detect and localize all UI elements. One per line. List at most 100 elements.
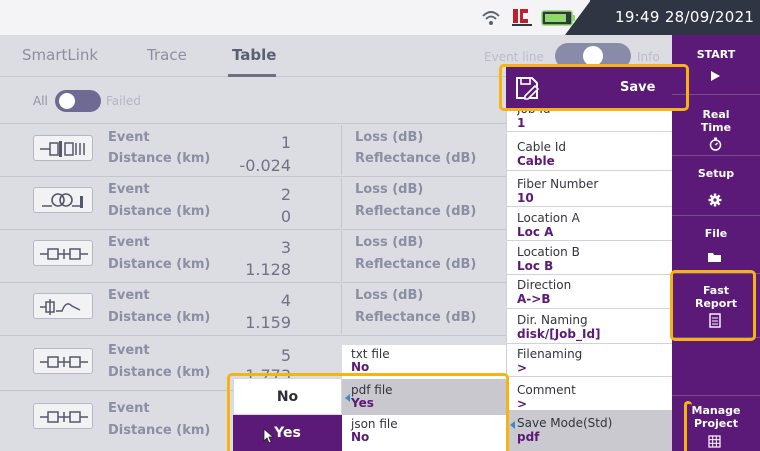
row-divider <box>0 390 233 391</box>
info-label: Info <box>637 50 660 64</box>
start-button-label[interactable]: START <box>672 48 760 61</box>
play-icon <box>711 71 720 81</box>
toggle-knob <box>583 46 603 66</box>
reflectance-label: Reflectance (dB) <box>355 151 477 166</box>
field-comment[interactable]: Comment > <box>517 383 667 407</box>
otdr-screen: 19:49 28/09/2021 SmartLink Trace Table E… <box>0 0 760 451</box>
field-value: 1 <box>517 116 526 128</box>
field-divider <box>506 170 672 171</box>
all-failed-toggle[interactable] <box>55 90 101 112</box>
event-number: 3 <box>280 238 291 257</box>
field-key: Dir. Naming <box>517 313 588 327</box>
column-divider <box>341 284 342 334</box>
field-divider <box>506 240 672 241</box>
sidebar-divider <box>672 155 760 156</box>
status-date: 28/09/2021 <box>664 8 755 26</box>
gear-icon <box>708 193 722 207</box>
field-value: Loc A <box>517 225 554 239</box>
field-job-id[interactable]: Job Id 1 <box>517 108 667 128</box>
field-fiber-number[interactable]: Fiber Number 10 <box>517 177 667 205</box>
event-distance: 0 <box>280 207 291 226</box>
save-highlight <box>499 64 689 111</box>
field-divider <box>506 206 672 207</box>
field-value: 10 <box>517 191 534 205</box>
row-divider <box>0 282 506 283</box>
event-distance: 1.159 <box>245 313 291 332</box>
field-value: pdf <box>517 430 540 444</box>
field-key: Location B <box>517 245 580 259</box>
loss-label: Loss (dB) <box>355 235 424 250</box>
event-number: 5 <box>280 346 291 365</box>
reflectance-label: Reflectance (dB) <box>355 204 477 219</box>
field-value: > <box>517 361 528 375</box>
field-value: Loc B <box>517 259 554 273</box>
splice-icon <box>33 240 93 266</box>
all-label: All <box>33 94 48 108</box>
wifi-icon <box>482 11 500 25</box>
field-key: Save Mode(Std) <box>517 416 613 430</box>
real-time-button-label[interactable]: Real Time <box>672 108 760 134</box>
distance-label: Distance (km) <box>108 365 211 380</box>
distance-label: Distance (km) <box>108 423 211 438</box>
sidebar-divider <box>672 395 760 396</box>
stopwatch-icon <box>709 137 722 151</box>
connector-icon <box>33 135 93 161</box>
distance-label: Distance (km) <box>108 151 211 166</box>
field-filenaming[interactable]: Filenaming > <box>517 347 667 375</box>
fast-report-highlight <box>670 270 756 341</box>
field-cable-id[interactable]: Cable Id Cable <box>517 140 667 168</box>
folder-icon <box>708 253 721 262</box>
dc-power-icon <box>512 9 532 26</box>
field-direction[interactable]: Direction A->B <box>517 278 667 306</box>
splice-icon <box>33 403 93 429</box>
field-location-b[interactable]: Location B Loc B <box>517 245 667 273</box>
event-number: 1 <box>280 133 291 152</box>
field-key: Location A <box>517 211 580 225</box>
event-label: Event <box>108 401 150 416</box>
reflective-end-icon <box>33 293 93 319</box>
field-divider <box>506 131 672 132</box>
setup-button-label[interactable]: Setup <box>672 167 760 180</box>
status-time: 19:49 <box>615 8 660 26</box>
file-type-highlight <box>227 373 509 451</box>
event-label: Event <box>108 182 150 197</box>
field-dir-naming[interactable]: Dir. Naming disk/[Job_Id] <box>517 313 667 341</box>
event-line-label: Event line <box>484 50 544 64</box>
event-label: Event <box>108 235 150 250</box>
field-divider <box>506 308 672 309</box>
field-value: A->B <box>517 292 551 306</box>
grid-icon <box>708 435 721 448</box>
file-button-label[interactable]: File <box>672 227 760 240</box>
tab-table[interactable]: Table <box>232 46 276 64</box>
field-divider <box>506 343 672 344</box>
txt-file-option[interactable]: txt file No <box>351 348 390 374</box>
column-divider <box>341 231 342 281</box>
tab-trace[interactable]: Trace <box>147 46 187 64</box>
field-key: Cable Id <box>517 140 567 154</box>
field-key: Comment <box>517 383 576 397</box>
field-divider <box>506 376 672 377</box>
sidebar-divider <box>672 215 760 216</box>
row-divider <box>0 123 506 124</box>
field-value: disk/[Job_Id] <box>517 327 601 341</box>
field-save-mode[interactable]: Save Mode(Std) pdf <box>517 416 667 444</box>
field-key: Direction <box>517 278 572 292</box>
loss-label: Loss (dB) <box>355 130 424 145</box>
field-key: Filenaming <box>517 347 583 361</box>
field-location-a[interactable]: Location A Loc A <box>517 211 667 239</box>
tab-smartlink[interactable]: SmartLink <box>22 46 98 64</box>
selector-arrow-icon <box>510 421 515 429</box>
field-value: > <box>517 397 528 407</box>
loss-label: Loss (dB) <box>355 288 424 303</box>
failed-label: Failed <box>106 94 141 108</box>
battery-icon <box>541 10 575 26</box>
event-label: Event <box>108 288 150 303</box>
splice-icon <box>33 348 93 374</box>
field-divider <box>506 274 672 275</box>
event-number: 4 <box>280 291 291 310</box>
reflectance-label: Reflectance (dB) <box>355 257 477 272</box>
loss-label: Loss (dB) <box>355 182 424 197</box>
active-tab-indicator <box>228 74 276 77</box>
toggle-knob <box>59 93 75 109</box>
reflectance-label: Reflectance (dB) <box>355 310 477 325</box>
